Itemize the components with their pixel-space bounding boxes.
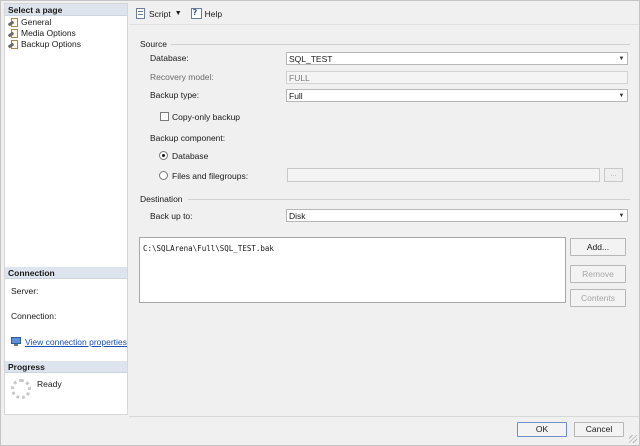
- page-wrench-icon: [7, 28, 19, 39]
- filegroups-browse-button: ...: [604, 168, 623, 182]
- page-item-label: Media Options: [21, 28, 76, 38]
- filegroups-field: [287, 168, 600, 182]
- contents-button: Contents: [570, 289, 626, 307]
- page-item-general[interactable]: General: [5, 17, 127, 28]
- component-files-label[interactable]: Files and filegroups:: [172, 171, 248, 181]
- progress-body: Ready: [5, 373, 127, 421]
- chevron-down-icon[interactable]: ▼: [617, 91, 626, 100]
- progress-header: Progress: [5, 361, 127, 373]
- page-item-label: General: [21, 17, 52, 27]
- script-label: Script: [149, 8, 171, 19]
- general-page: Source Database: SQL_TEST ▼ Recovery mod…: [129, 26, 639, 415]
- source-divider: [171, 44, 630, 45]
- script-icon: [135, 8, 146, 19]
- copy-only-checkbox[interactable]: [160, 112, 169, 121]
- component-database-label[interactable]: Database: [172, 151, 208, 161]
- server-label: Server:: [11, 286, 39, 296]
- destination-divider: [188, 199, 630, 200]
- help-label: Help: [204, 8, 223, 19]
- recovery-model-field: FULL: [286, 71, 628, 84]
- connection-section: Connection Server: Connection: View conn…: [5, 267, 127, 354]
- back-up-to-label: Back up to:: [150, 211, 193, 221]
- backup-component-label: Backup component:: [150, 133, 226, 143]
- select-page-header: Select a page: [5, 4, 127, 16]
- copy-only-label[interactable]: Copy-only backup: [172, 112, 240, 122]
- connection-label: Connection:: [11, 311, 57, 321]
- page-item-media-options[interactable]: Media Options: [5, 28, 127, 39]
- backup-type-label: Backup type:: [150, 90, 200, 100]
- ok-button[interactable]: OK: [517, 422, 567, 437]
- page-list: General Media Options Backup Options: [5, 16, 127, 50]
- help-icon: ?: [190, 8, 202, 19]
- connection-properties-icon: [11, 337, 22, 346]
- chevron-down-icon[interactable]: ▼: [617, 211, 626, 220]
- dropdown-arrow-icon[interactable]: ▼: [175, 10, 182, 17]
- page-item-label: Backup Options: [21, 39, 82, 49]
- backup-type-combo[interactable]: Full ▼: [286, 89, 628, 102]
- view-connection-properties-link[interactable]: View connection properties: [25, 337, 127, 347]
- remove-button: Remove: [570, 265, 626, 283]
- recovery-model-value: FULL: [289, 73, 310, 83]
- script-button[interactable]: Script ▼: [132, 5, 185, 23]
- add-button[interactable]: Add...: [570, 238, 626, 256]
- toolbar: Script ▼ ? Help: [129, 3, 639, 25]
- source-group-label: Source: [140, 39, 167, 49]
- list-item[interactable]: C:\SQLArena\Full\SQL_TEST.bak: [143, 244, 274, 253]
- database-combo[interactable]: SQL_TEST ▼: [286, 52, 628, 65]
- database-value: SQL_TEST: [289, 54, 333, 64]
- backup-type-value: Full: [289, 91, 303, 101]
- cancel-button[interactable]: Cancel: [574, 422, 624, 437]
- backup-destination-list[interactable]: C:\SQLArena\Full\SQL_TEST.bak: [139, 237, 566, 303]
- destination-group-label: Destination: [140, 194, 183, 204]
- help-button[interactable]: ? Help: [188, 5, 225, 23]
- footer-divider: [129, 416, 639, 417]
- view-connection-properties-row[interactable]: View connection properties: [5, 329, 127, 354]
- connection-header: Connection: [5, 267, 127, 279]
- left-pane: Select a page General Media Options Back…: [4, 3, 128, 415]
- chevron-down-icon[interactable]: ▼: [617, 54, 626, 63]
- backup-database-dialog: Select a page General Media Options Back…: [0, 0, 640, 446]
- progress-spinner-icon: [11, 379, 31, 399]
- back-up-to-combo[interactable]: Disk ▼: [286, 209, 628, 222]
- page-wrench-icon: [7, 17, 19, 28]
- page-wrench-icon: [7, 39, 19, 50]
- component-files-radio[interactable]: [159, 171, 168, 180]
- resize-grip-icon[interactable]: [629, 435, 637, 443]
- progress-status: Ready: [37, 379, 62, 389]
- database-label: Database:: [150, 53, 189, 63]
- progress-section: Progress Ready: [5, 361, 127, 421]
- page-item-backup-options[interactable]: Backup Options: [5, 39, 127, 50]
- back-up-to-value: Disk: [289, 211, 306, 221]
- component-database-radio[interactable]: [159, 151, 168, 160]
- recovery-model-label: Recovery model:: [150, 72, 214, 82]
